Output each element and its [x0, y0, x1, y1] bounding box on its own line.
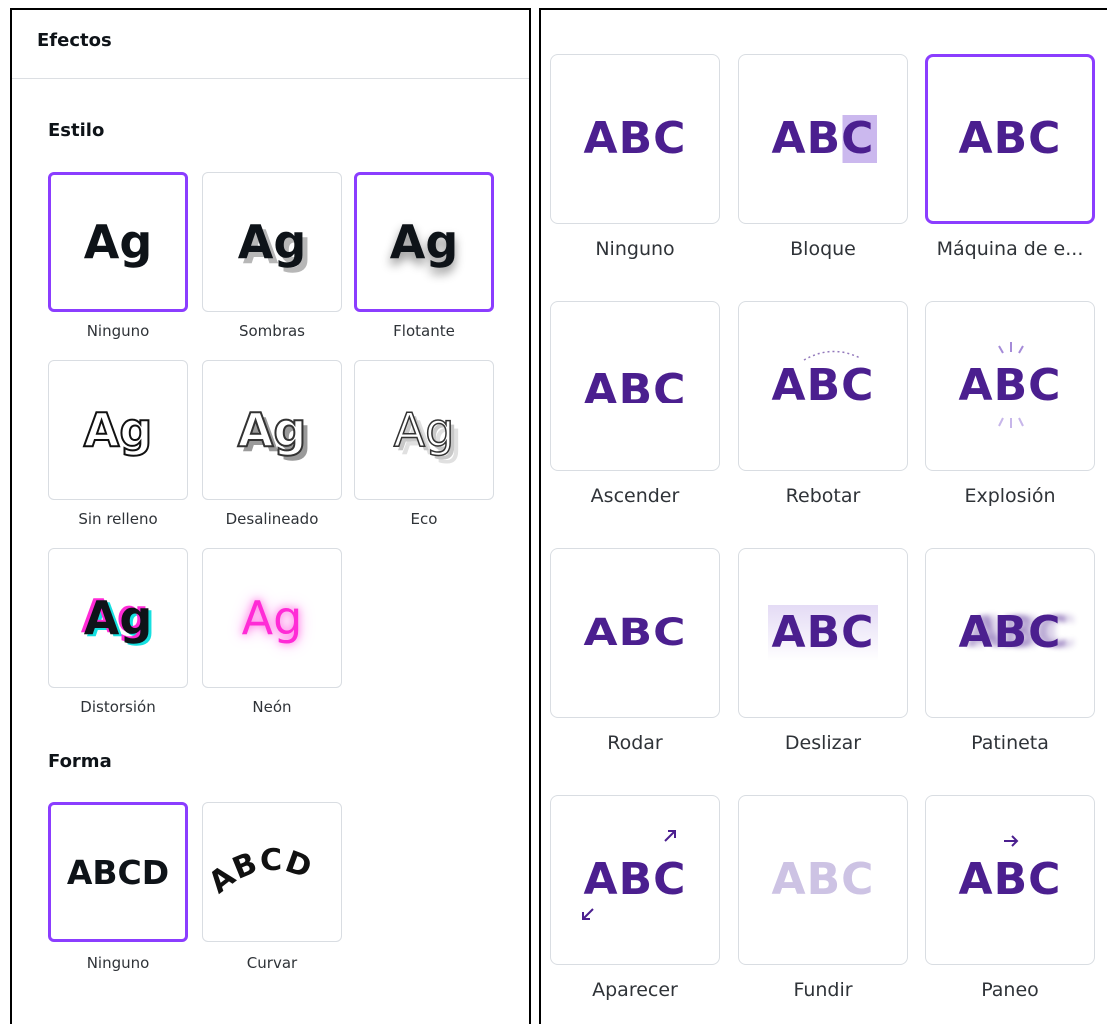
shape-preview: ABCD [207, 843, 316, 901]
anim-preview: ABC [583, 369, 687, 403]
anim-option-bloque[interactable]: ABC [738, 54, 908, 224]
anim-label: Bloque [790, 238, 856, 260]
anim-option-aparecer[interactable]: ABC [550, 795, 720, 965]
style-preview: Ag [237, 215, 307, 269]
anim-preview: ABC [767, 605, 879, 661]
anim-preview-wrap: ABC [772, 350, 875, 408]
anim-option-ascender[interactable]: ABC [550, 301, 720, 471]
style-option-distorsion[interactable]: Ag [48, 548, 188, 688]
style-option-sombras[interactable]: Ag [202, 172, 342, 312]
shape-label: Ninguno [86, 954, 150, 972]
arrow-right-icon [1003, 835, 1018, 847]
shape-label: Curvar [246, 954, 298, 972]
style-preview: Ag [83, 403, 154, 457]
anim-preview: ABC [583, 113, 687, 164]
shape-option-ninguno[interactable]: ABCD [48, 802, 188, 942]
anim-option-ninguno[interactable]: ABC [550, 54, 720, 224]
anim-label: Fundir [793, 979, 853, 1001]
panel-header: Efectos [12, 10, 529, 79]
anim-preview-wrap: ABC [959, 835, 1062, 902]
style-label: Flotante [393, 322, 455, 340]
svg-text:ABCD: ABCD [207, 843, 317, 901]
anim-preview: ABC [768, 115, 878, 163]
anim-label: Rebotar [785, 485, 861, 507]
anim-preview: ABC [583, 610, 687, 655]
anim-option-patineta[interactable]: ABC [925, 548, 1095, 718]
style-option-eco[interactable]: Ag [354, 360, 494, 500]
style-option-desalineado[interactable]: Ag [202, 360, 342, 500]
section-title-estilo: Estilo [48, 120, 105, 141]
style-preview: Ag [237, 403, 308, 457]
bounce-dots-icon [803, 350, 860, 361]
anim-option-paneo[interactable]: ABC [925, 795, 1095, 965]
anim-preview-wrap: ABC [959, 342, 1062, 428]
anim-label: Paneo [981, 979, 1039, 1001]
section-title-forma: Forma [48, 751, 112, 772]
shape-option-curvar[interactable]: ABCD [202, 802, 342, 942]
style-preview: Ag [389, 215, 459, 269]
style-label: Ninguno [86, 322, 150, 340]
style-option-neon[interactable]: Ag [202, 548, 342, 688]
anim-option-deslizar[interactable]: ABC [738, 548, 908, 718]
anim-preview: ABC [771, 854, 875, 905]
animations-panel: ABC Ninguno ABC Bloque ABC Máquina de e.… [539, 8, 1107, 1024]
burst-top-icon [997, 342, 1024, 354]
anim-label: Máquina de e... [936, 238, 1084, 260]
anim-label: Rodar [607, 732, 663, 754]
style-preview: Ag [241, 591, 303, 645]
anim-option-maquina-de-escribir[interactable]: ABC [925, 54, 1095, 224]
style-label: Desalineado [225, 510, 319, 528]
anim-preview: ABC [958, 854, 1062, 905]
shape-preview: ABCD [66, 852, 170, 892]
anim-label: Patineta [971, 732, 1049, 754]
style-option-flotante[interactable]: Ag [354, 172, 494, 312]
anim-option-explosion[interactable]: ABC [925, 301, 1095, 471]
anim-option-fundir[interactable]: ABC [738, 795, 908, 965]
anim-option-rebotar[interactable]: ABC [738, 301, 908, 471]
anim-label: Explosión [964, 485, 1056, 507]
anim-label: Ninguno [595, 238, 675, 260]
anim-preview: ABC [958, 360, 1062, 411]
style-preview: Ag [83, 215, 153, 269]
anim-label: Ascender [590, 485, 680, 507]
curved-text-preview: ABCD [207, 843, 317, 901]
anim-preview: ABC [958, 113, 1062, 164]
style-label: Eco [410, 510, 438, 528]
style-option-sin-relleno[interactable]: Ag [48, 360, 188, 500]
anim-preview: ABC [958, 607, 1062, 658]
style-label: Sombras [238, 322, 305, 340]
anim-option-rodar[interactable]: ABC [550, 548, 720, 718]
anim-preview-wrap: ABC [581, 830, 687, 920]
anim-preview: ABC [583, 854, 687, 905]
anim-label: Aparecer [592, 979, 678, 1001]
anim-label: Deslizar [784, 732, 862, 754]
arrow-up-right-icon [663, 830, 676, 842]
burst-bottom-icon [997, 417, 1024, 428]
style-option-ninguno[interactable]: Ag [48, 172, 188, 312]
effects-panel: Efectos Estilo Ag Ninguno Ag Sombras Ag … [10, 8, 531, 1024]
arrow-down-left-icon [581, 908, 594, 920]
style-preview: Ag [83, 591, 153, 645]
style-label: Sin relleno [78, 510, 158, 528]
panel-title: Efectos [37, 30, 112, 51]
anim-preview: ABC [771, 360, 875, 411]
style-label: Distorsión [80, 698, 156, 716]
style-preview: Ag [393, 403, 455, 457]
style-label: Neón [252, 698, 292, 716]
